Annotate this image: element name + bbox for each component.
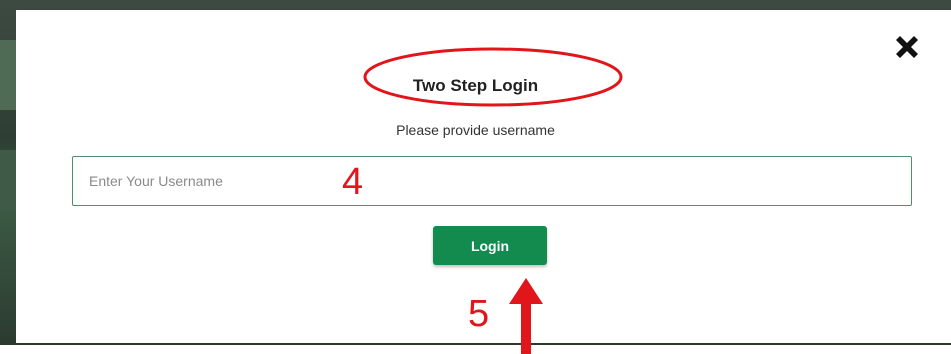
login-button[interactable]: Login (433, 226, 547, 265)
close-icon[interactable] (890, 32, 924, 66)
username-input[interactable] (72, 156, 912, 206)
step-number-4: 4 (342, 161, 364, 203)
backdrop-strip (0, 150, 16, 210)
modal-subtitle: Please provide username (396, 122, 555, 138)
modal-title: Two Step Login (412, 76, 539, 95)
screenshot-stage: Two Step Login Please provide username L… (0, 0, 951, 354)
backdrop-strip (0, 40, 16, 110)
step-number-5: 5 (468, 293, 490, 335)
